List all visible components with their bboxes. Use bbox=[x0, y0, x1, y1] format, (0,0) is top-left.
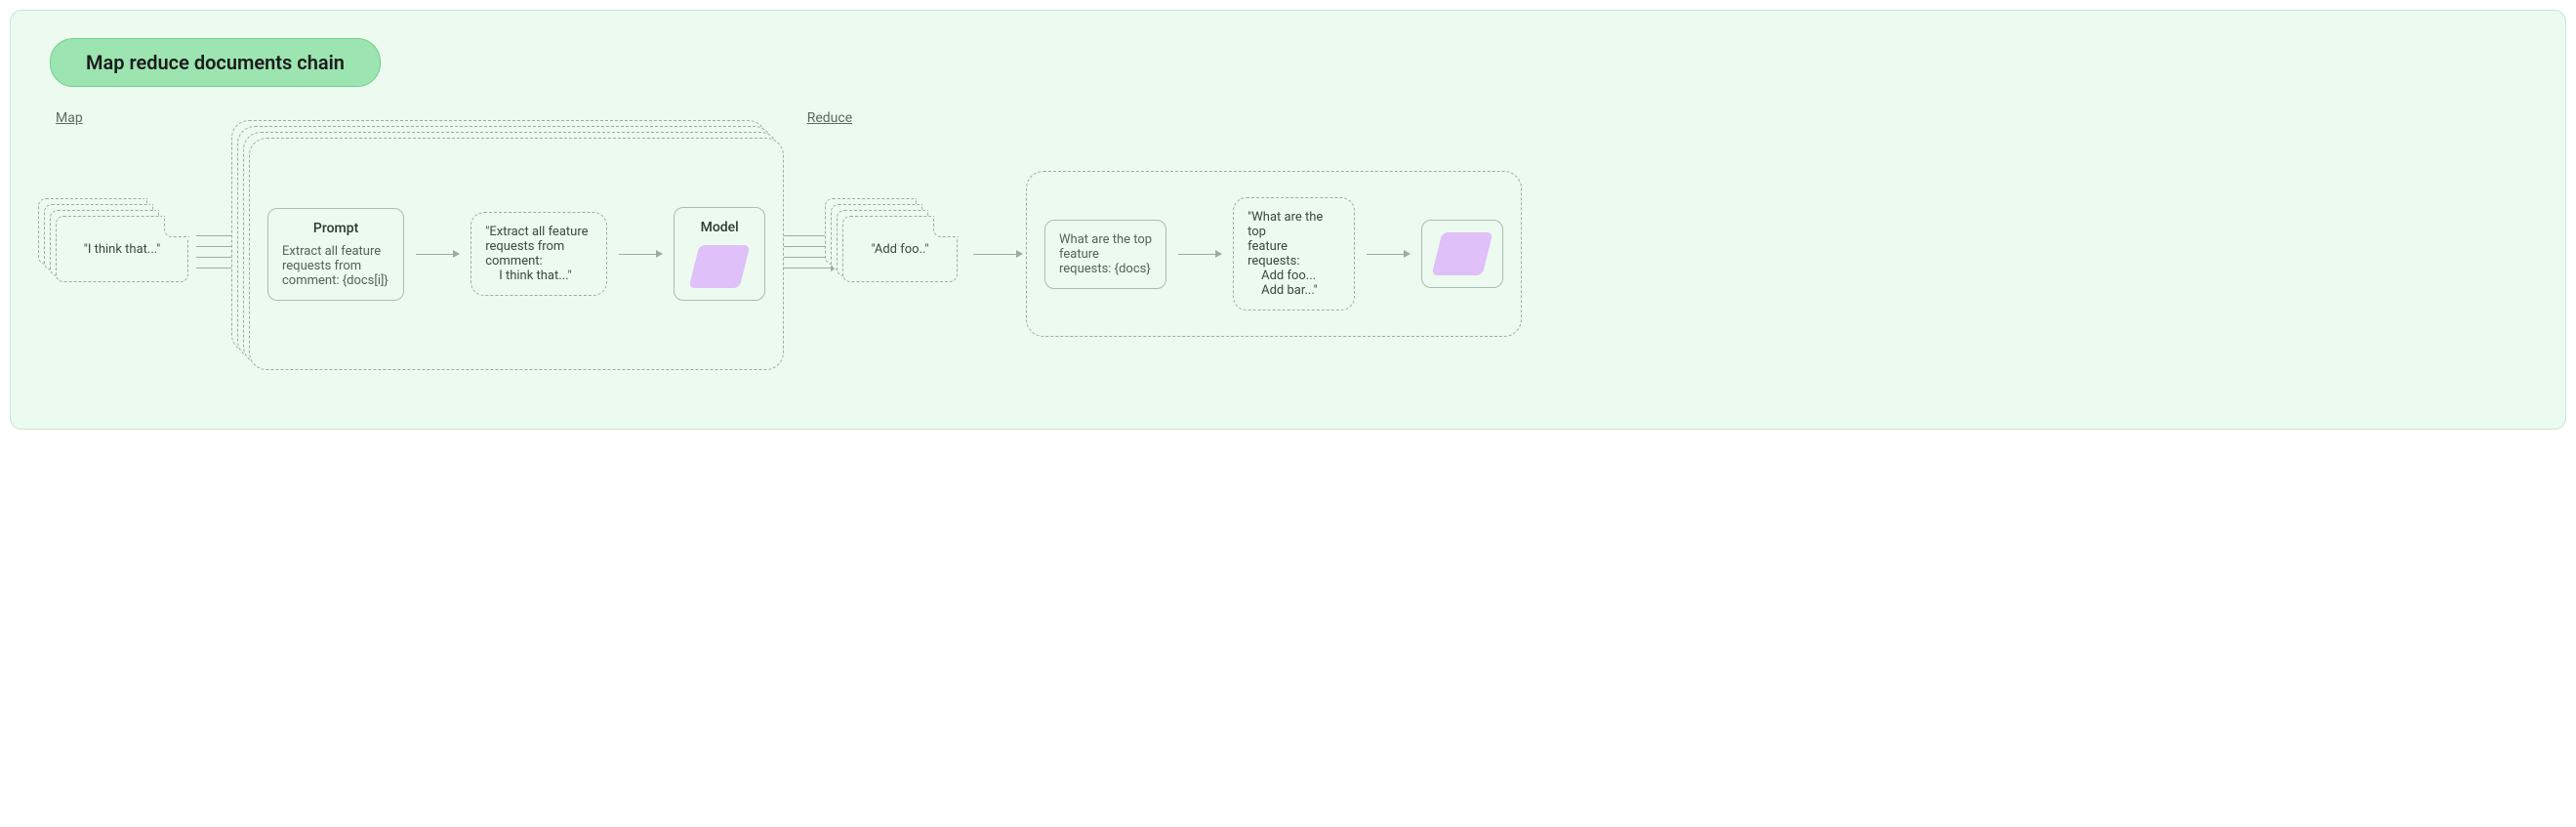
arrow-icon bbox=[1178, 254, 1221, 255]
reduce-prompt-body: What are the top feature requests: {docs… bbox=[1059, 232, 1152, 276]
model-header: Model bbox=[684, 220, 755, 235]
input-doc-stack: "I think that..." bbox=[50, 210, 196, 298]
map-prompt-box: Prompt Extract all feature requests from… bbox=[267, 208, 404, 301]
arrow-icon bbox=[416, 254, 459, 255]
arrow-icon bbox=[973, 254, 1022, 255]
map-formatted-prompt: "Extract all feature requests from comme… bbox=[470, 212, 607, 296]
parallelogram-icon bbox=[1432, 232, 1493, 275]
prompt-body: Extract all feature requests from commen… bbox=[282, 244, 389, 288]
map-model-box: Model bbox=[674, 207, 765, 301]
prompt-header: Prompt bbox=[282, 221, 389, 236]
parallelogram-icon bbox=[689, 245, 751, 288]
reduce-chain: What are the top feature requests: {docs… bbox=[1026, 171, 1522, 337]
reduce-label: Reduce bbox=[807, 110, 852, 126]
map-chain: Prompt Extract all feature requests from… bbox=[249, 138, 784, 370]
map-chain-stack: Prompt Extract all feature requests from… bbox=[249, 138, 784, 370]
reduce-model-box bbox=[1421, 220, 1503, 288]
input-doc-text: "I think that..." bbox=[84, 242, 161, 257]
mapped-doc-text: "Add foo.." bbox=[871, 242, 928, 257]
reduce-formatted-prompt: "What are the top feature requests: Add … bbox=[1233, 197, 1355, 310]
flow-row: "I think that..." Prompt Extract all fea… bbox=[50, 138, 2526, 370]
diagram-title: Map reduce documents chain bbox=[50, 38, 381, 87]
map-label: Map bbox=[56, 110, 83, 126]
reduce-prompt-box: What are the top feature requests: {docs… bbox=[1044, 220, 1166, 289]
arrow-icon bbox=[1367, 254, 1410, 255]
arrow-icon bbox=[619, 254, 662, 255]
diagram-canvas: Map reduce documents chain Map Reduce "I… bbox=[10, 10, 2566, 430]
mapped-doc-stack: "Add foo.." bbox=[837, 210, 969, 298]
